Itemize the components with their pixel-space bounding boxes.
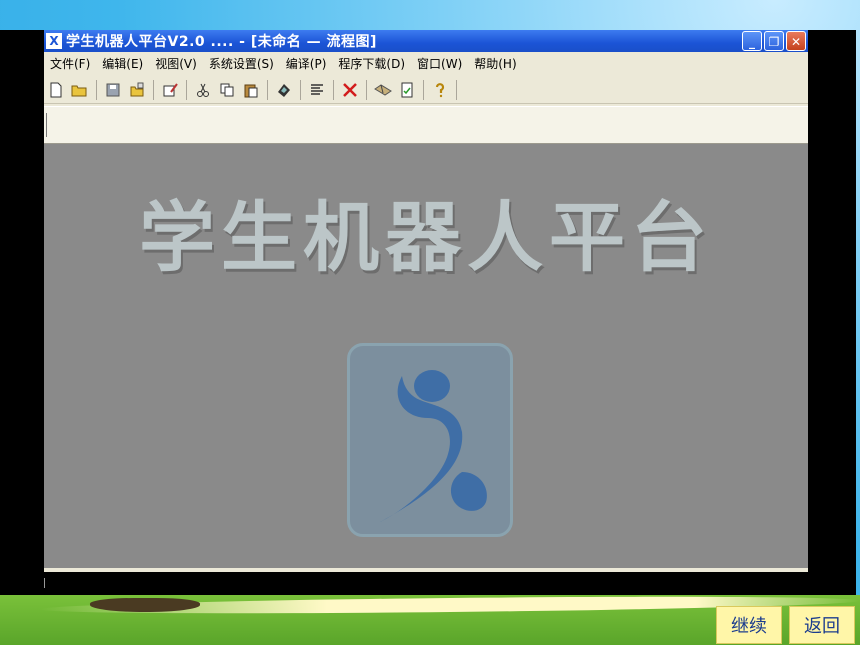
toolbar-separator [186, 79, 187, 100]
open-folder-icon[interactable] [70, 80, 90, 100]
app-icon: X [46, 33, 62, 49]
document-icon[interactable] [397, 80, 417, 100]
toolbar [44, 76, 808, 104]
grass-shadow [90, 598, 200, 612]
toolbar-separator [456, 79, 457, 100]
list-icon[interactable] [307, 80, 327, 100]
splash-canvas: 学生机器人平台 [44, 144, 808, 568]
app-window: X 学生机器人平台V2.0 .... - [未命名 — 流程图] _ ❐ ✕ 文… [44, 30, 808, 572]
download-icon[interactable] [373, 80, 393, 100]
toolbar-separator [153, 79, 154, 100]
back-button[interactable]: 返回 [789, 606, 855, 644]
menu-bar: 文件(F) 编辑(E) 视图(V) 系统设置(S) 编译(P) 程序下载(D) … [44, 52, 808, 74]
secondary-toolbar [44, 106, 808, 144]
chip-icon[interactable] [274, 80, 294, 100]
menu-system-settings[interactable]: 系统设置(S) [203, 55, 280, 72]
new-file-icon[interactable] [46, 80, 66, 100]
toolbar-grip [46, 113, 47, 137]
save-all-icon[interactable] [127, 80, 147, 100]
window-title: 学生机器人平台V2.0 .... - [未命名 — 流程图] [66, 34, 377, 50]
paste-icon[interactable] [241, 80, 261, 100]
menu-edit[interactable]: 编辑(E) [96, 55, 149, 72]
toolbar-separator [96, 79, 97, 100]
toolbar-separator [423, 79, 424, 100]
continue-button[interactable]: 继续 [716, 606, 782, 644]
copy-icon[interactable] [217, 80, 237, 100]
menu-help[interactable]: 帮助(H) [468, 55, 522, 72]
menu-file[interactable]: 文件(F) [44, 55, 96, 72]
toolbar-separator [333, 79, 334, 100]
toolbar-separator [267, 79, 268, 100]
close-button[interactable]: ✕ [786, 31, 806, 51]
restore-button[interactable]: ❐ [764, 31, 784, 51]
minimize-button[interactable]: _ [742, 31, 762, 51]
toolbar-separator [300, 79, 301, 100]
menu-program-download[interactable]: 程序下载(D) [332, 55, 411, 72]
robot-figure-icon [380, 370, 487, 522]
menu-view[interactable]: 视图(V) [149, 55, 203, 72]
delete-icon[interactable] [340, 80, 360, 100]
status-bar [44, 572, 808, 594]
splash-title: 学生机器人平台 [139, 193, 713, 282]
edit-icon[interactable] [160, 80, 180, 100]
robot-logo [347, 343, 513, 537]
menu-window[interactable]: 窗口(W) [411, 55, 468, 72]
window-controls: _ ❐ ✕ [742, 31, 806, 51]
toolbar-separator [366, 79, 367, 100]
cut-icon[interactable] [193, 80, 213, 100]
help-icon[interactable] [430, 80, 450, 100]
title-bar[interactable]: X 学生机器人平台V2.0 .... - [未命名 — 流程图] _ ❐ ✕ [44, 30, 808, 52]
menu-compile[interactable]: 编译(P) [280, 55, 333, 72]
status-caret [44, 578, 45, 588]
save-icon[interactable] [103, 80, 123, 100]
